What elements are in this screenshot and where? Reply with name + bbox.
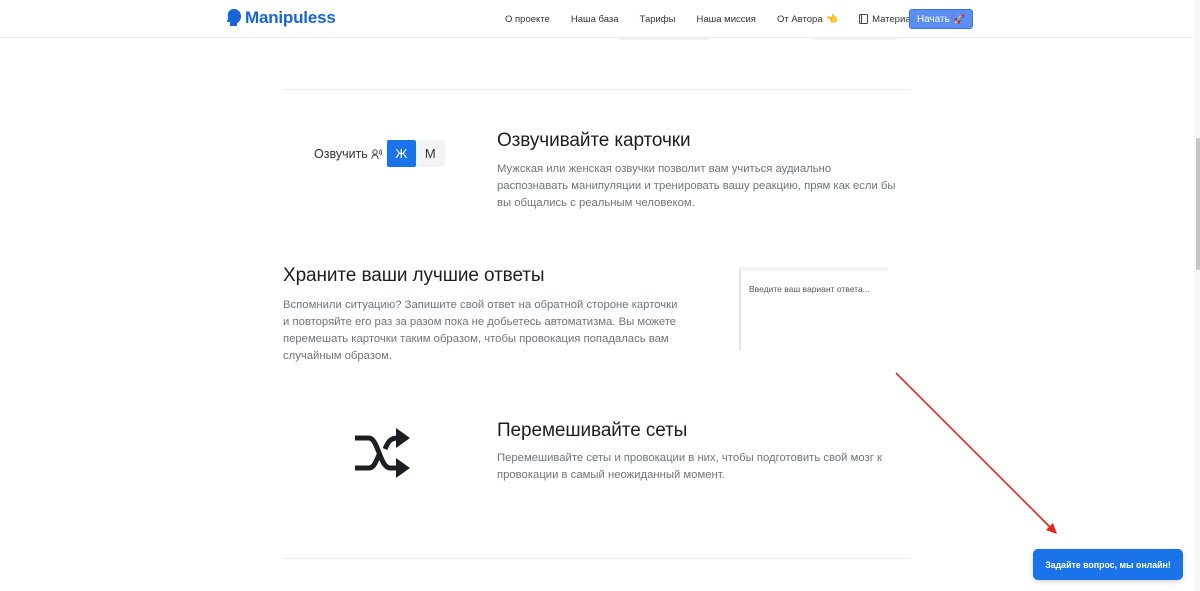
start-button[interactable]: Начать 🚀 xyxy=(909,9,973,29)
rocket-icon: 🚀 xyxy=(953,13,966,24)
logo-icon xyxy=(227,9,241,26)
start-button-label: Начать xyxy=(916,13,950,25)
header-shadow-left xyxy=(619,38,709,40)
logo-text: Manipuless xyxy=(245,8,336,27)
page: Manipuless О проекте Наша база Тарифы На… xyxy=(0,0,1200,591)
main-nav: О проекте Наша база Тарифы Наша миссия О… xyxy=(505,0,944,38)
answers-section-description: Вспомнили ситуацию? Запишите свой ответ … xyxy=(283,299,678,362)
shuffle-icon xyxy=(355,428,410,478)
nav-about-label: О проекте xyxy=(505,13,550,25)
answers-section-title: Храните ваши лучшие ответы xyxy=(283,265,545,286)
nav-from-author-label: От Автора xyxy=(776,13,823,25)
section-divider-bottom xyxy=(283,558,911,559)
voice-section-title: Озвучивайте карточки xyxy=(497,130,691,151)
male-voice-button[interactable]: М xyxy=(415,140,445,167)
nav-about[interactable]: О проекте xyxy=(505,14,550,25)
nav-database-label: Наша база xyxy=(570,13,619,25)
header-shadow-right xyxy=(813,38,897,40)
nav-pricing[interactable]: Тарифы xyxy=(640,14,676,25)
scrollbar-thumb[interactable] xyxy=(1196,138,1200,270)
nav-from-author[interactable]: От Автора 👈 xyxy=(777,14,838,25)
speaking-head-icon xyxy=(371,148,382,159)
female-voice-button[interactable]: Ж xyxy=(386,140,416,167)
shuffle-section-title: Перемешивайте сеты xyxy=(497,420,688,441)
scrollbar-track[interactable] xyxy=(1194,0,1200,591)
voice-section-description: Мужская или женская озвучки позволит вам… xyxy=(497,163,896,209)
pointing-hand-icon: 👈 xyxy=(825,13,839,25)
answer-input[interactable] xyxy=(749,284,884,294)
shuffle-section-description: Перемешивайте сеты и провокации в них, ч… xyxy=(497,452,882,481)
section-divider-top xyxy=(283,89,911,90)
site-header: Manipuless О проекте Наша база Тарифы На… xyxy=(0,0,1200,38)
answer-card xyxy=(739,267,888,351)
logo[interactable]: Manipuless xyxy=(226,8,336,28)
voice-widget: Озвучить Ж М xyxy=(314,140,445,167)
book-icon xyxy=(859,14,869,24)
voice-label: Озвучить xyxy=(314,146,368,161)
nav-pricing-label: Тарифы xyxy=(639,13,676,25)
nav-mission[interactable]: Наша миссия xyxy=(696,14,755,25)
nav-mission-label: Наша миссия xyxy=(696,13,756,25)
chat-online-button[interactable]: Задайте вопрос, мы онлайн! xyxy=(1033,549,1183,580)
nav-database[interactable]: Наша база xyxy=(571,14,619,25)
